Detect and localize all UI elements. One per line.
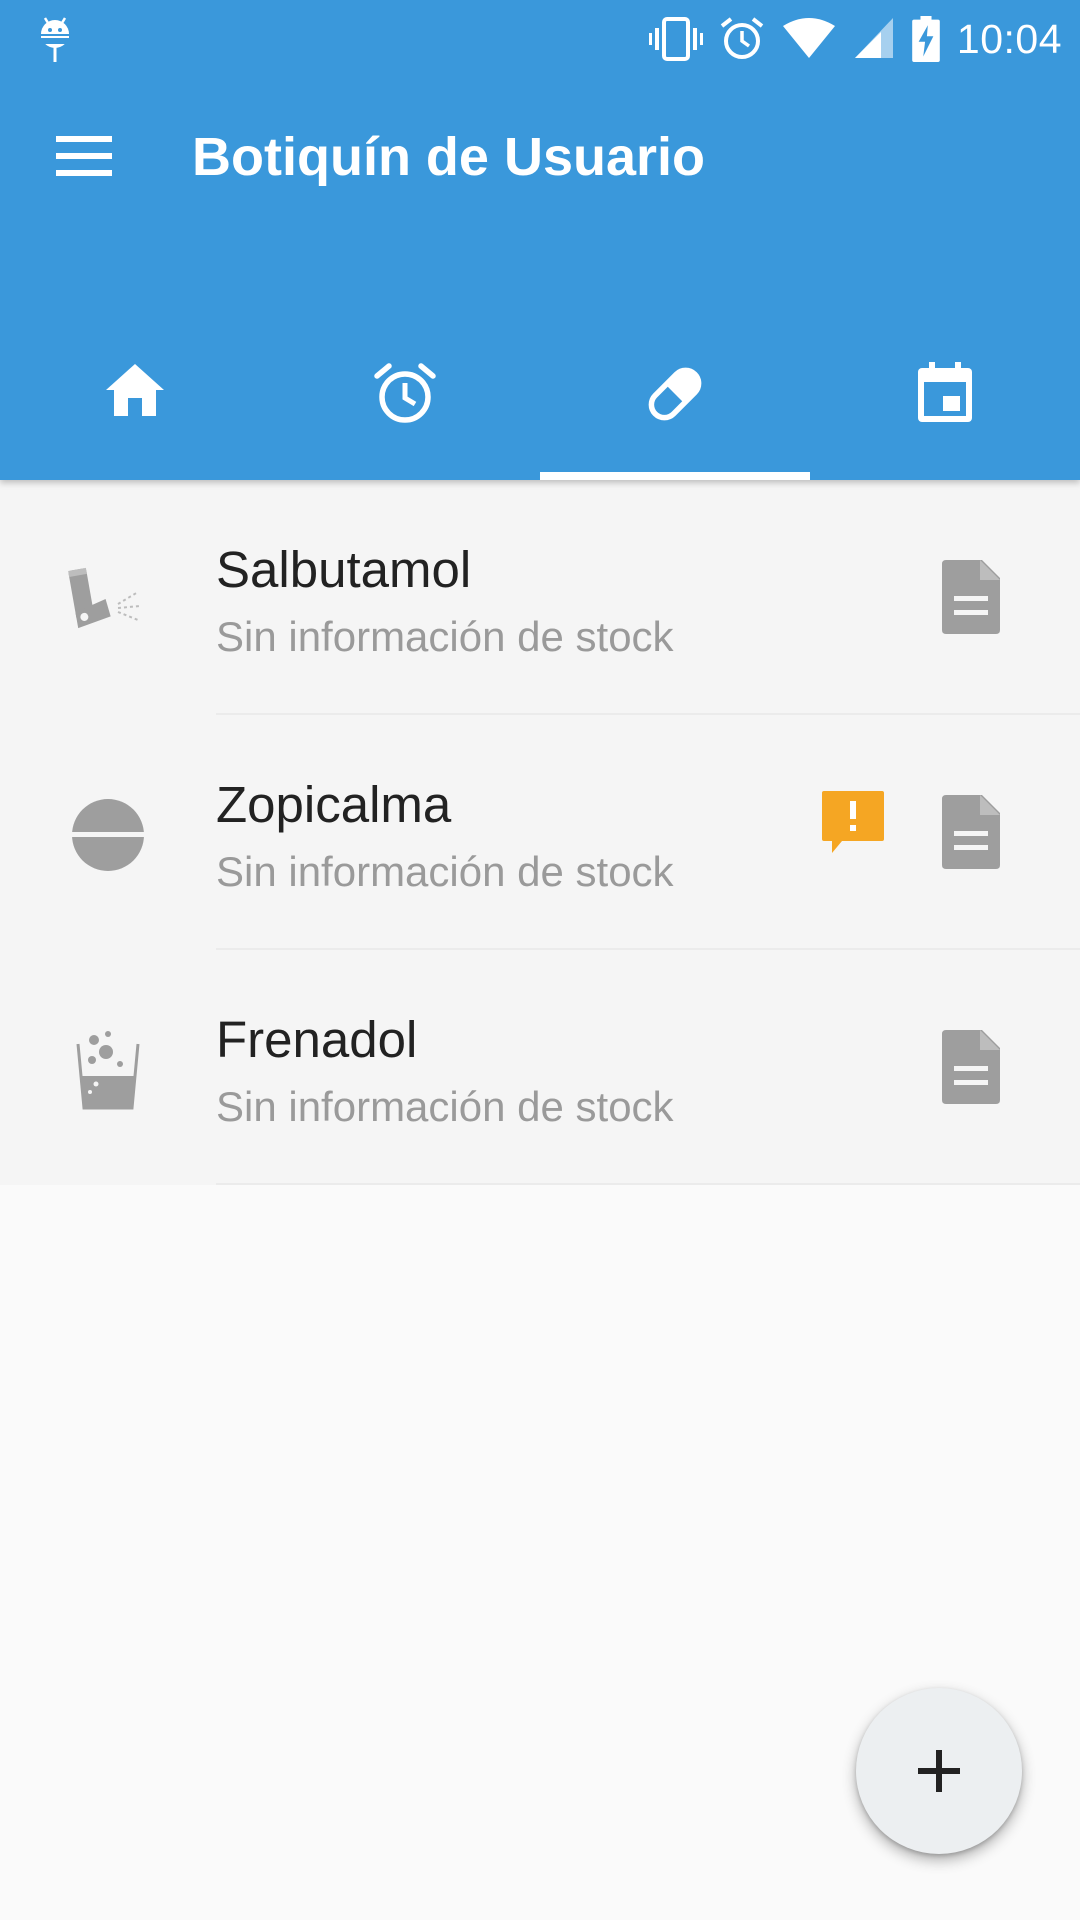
effervescent-glass-icon [76, 1031, 140, 1110]
document-icon[interactable] [940, 793, 1004, 871]
tablet-icon [70, 799, 146, 871]
app-bar: 10:04 Botiquín de Usuario [0, 0, 1080, 480]
plus-icon [918, 1750, 960, 1792]
medicine-name: Zopicalma [216, 776, 452, 833]
signal-icon [854, 18, 893, 58]
divider [216, 1183, 1080, 1185]
android-debug-icon [41, 17, 69, 62]
tab-indicator [540, 472, 810, 480]
medicine-list: Salbutamol Sin información de stock Zopi… [0, 480, 1080, 1185]
pill-icon [648, 367, 702, 421]
calendar-icon [918, 362, 972, 422]
vibrate-icon [648, 17, 703, 61]
page-title: Botiquín de Usuario [192, 127, 705, 187]
warning-feedback-icon[interactable] [818, 787, 888, 857]
stock-status: Sin información de stock [216, 848, 674, 895]
tab-bar [0, 310, 1080, 480]
list-item[interactable]: Zopicalma Sin información de stock [0, 715, 1080, 950]
toolbar: Botiquín de Usuario [0, 78, 1080, 238]
wifi-icon [782, 18, 835, 58]
stock-status: Sin información de stock [216, 1083, 674, 1130]
menu-icon[interactable] [40, 116, 130, 196]
tab-alarms[interactable] [270, 310, 540, 480]
inhaler-icon [68, 567, 141, 629]
tab-home[interactable] [0, 310, 270, 480]
status-bar: 10:04 [0, 0, 1080, 78]
medicine-name: Salbutamol [216, 541, 472, 598]
alarm-clock-icon [374, 363, 436, 423]
medicine-name: Frenadol [216, 1011, 418, 1068]
alarm-icon [720, 17, 764, 59]
status-icons: 10:04 [648, 8, 1062, 70]
battery-charging-icon [912, 16, 940, 62]
list-item[interactable]: Salbutamol Sin información de stock [0, 480, 1080, 715]
home-icon [106, 364, 164, 416]
tab-calendar[interactable] [810, 310, 1080, 480]
tab-medicines[interactable] [540, 310, 810, 480]
document-icon[interactable] [940, 558, 1004, 636]
add-medicine-button[interactable] [856, 1688, 1022, 1854]
status-time: 10:04 [956, 16, 1062, 62]
screen: 10:04 Botiquín de Usuario Salbutamol Sin… [0, 0, 1080, 1920]
list-item[interactable]: Frenadol Sin información de stock [0, 950, 1080, 1185]
stock-status: Sin información de stock [216, 613, 674, 660]
document-icon[interactable] [940, 1028, 1004, 1106]
